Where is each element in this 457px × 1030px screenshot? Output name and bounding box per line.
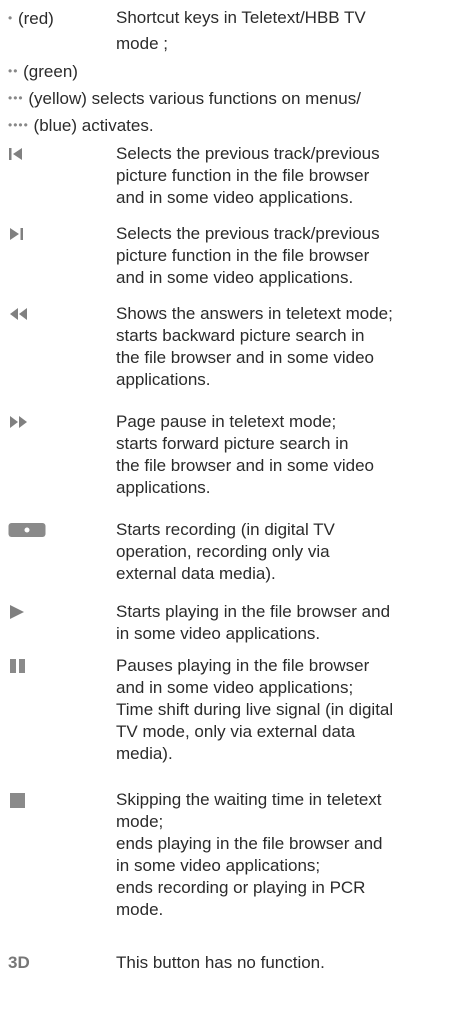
red-key-label: (red): [17, 9, 54, 28]
rewind-icon: [8, 303, 88, 325]
description-line: and in some video applications.: [116, 268, 354, 287]
description-line: This button has no function.: [116, 953, 325, 972]
description-line: mode;: [116, 812, 164, 831]
description-line: the file browser and in some video: [116, 348, 374, 367]
entry-description: Page pause in teletext mode; starts forw…: [116, 411, 451, 499]
record-icon: [8, 519, 88, 541]
description-line: starts backward picture search in: [116, 326, 365, 345]
3d-key-label: 3D: [8, 953, 30, 972]
description-line: Skipping the waiting time in teletext: [116, 790, 382, 809]
description-line: Pauses playing in the file browser: [116, 656, 370, 675]
description-line: mode.: [116, 900, 164, 919]
description-line: Selects the previous track/previous: [116, 144, 380, 163]
description-line: and in some video applications.: [116, 188, 354, 207]
entry-description: Selects the previous track/previous pict…: [116, 143, 451, 209]
stop-icon: [8, 789, 88, 811]
description-line: picture function in the file browser: [116, 166, 370, 185]
entry-description: Pauses playing in the file browser and i…: [116, 655, 451, 765]
blue-key-row: •••• (blue) activates.: [8, 114, 154, 137]
description-line: applications.: [116, 478, 211, 497]
description-line: in some video applications;: [116, 856, 321, 875]
description-line: Selects the previous track/previous: [116, 224, 380, 243]
description-line: ends recording or playing in PCR: [116, 878, 366, 897]
red-key-desc-2: mode ;: [116, 34, 168, 53]
description-line: Page pause in teletext mode;: [116, 412, 337, 431]
green-key-row: •• (green): [8, 60, 78, 83]
description-line: operation, recording only via: [116, 542, 330, 561]
play-icon: [8, 601, 88, 623]
entry-description: Shows the answers in teletext mode; star…: [116, 303, 451, 391]
description-line: Starts playing in the file browser and: [116, 602, 391, 621]
description-line: and in some video applications;: [116, 678, 354, 697]
pause-icon: [8, 655, 88, 677]
entry-description: Skipping the waiting time in teletext mo…: [116, 789, 451, 921]
red-key-desc-1: Shortcut keys in Teletext/HBB TV: [116, 8, 366, 27]
description-line: ends playing in the file browser and: [116, 834, 383, 853]
yellow-key-label: (yellow) selects various functions on me…: [28, 89, 361, 108]
description-line: picture function in the file browser: [116, 246, 370, 265]
yellow-key-row: ••• (yellow) selects various functions o…: [8, 87, 361, 110]
entry-description: Starts playing in the file browser and i…: [116, 601, 451, 645]
description-line: the file browser and in some video: [116, 456, 374, 475]
description-line: Time shift during live signal (in digita…: [116, 700, 394, 719]
green-dot-icon: ••: [8, 64, 19, 78]
red-key-row: • (red): [8, 7, 54, 30]
blue-dot-icon: ••••: [8, 118, 29, 132]
description-line: applications.: [116, 370, 211, 389]
description-line: Starts recording (in digital TV: [116, 520, 335, 539]
green-key-label: (green): [23, 62, 78, 81]
yellow-dot-icon: •••: [8, 91, 24, 105]
entry-description: Starts recording (in digital TV operatio…: [116, 519, 451, 585]
blue-key-label: (blue) activates.: [33, 116, 154, 135]
description-line: Shows the answers in teletext mode;: [116, 304, 393, 323]
entry-description: Selects the previous track/previous pict…: [116, 223, 451, 289]
description-line: media).: [116, 744, 173, 763]
fast-forward-icon: [8, 411, 88, 433]
skip-previous-icon: [8, 143, 88, 165]
description-line: TV mode, only via external data: [116, 722, 356, 741]
description-line: in some video applications.: [116, 624, 321, 643]
skip-next-icon: [8, 223, 88, 245]
entry-description: This button has no function.: [116, 952, 451, 974]
description-line: starts forward picture search in: [116, 434, 349, 453]
description-line: external data media).: [116, 564, 276, 583]
red-dot-icon: •: [8, 11, 14, 25]
